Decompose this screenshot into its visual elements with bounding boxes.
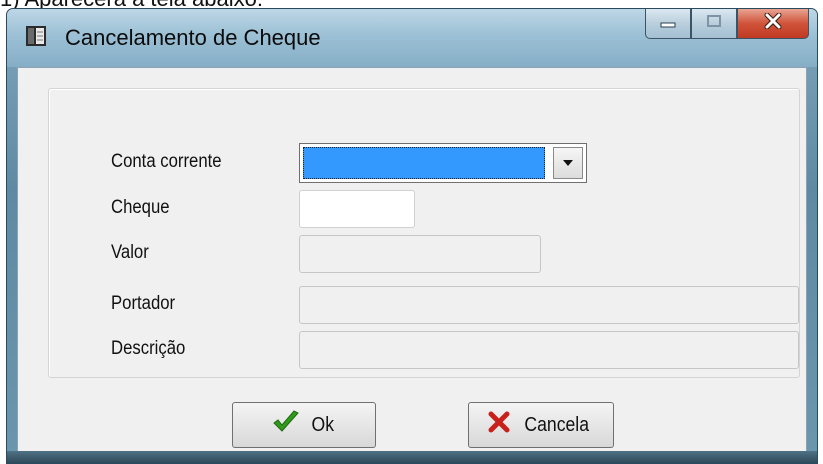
dialog-window: Cancelamento de Cheque Conta corrente Ch… bbox=[6, 8, 818, 464]
window-title: Cancelamento de Cheque bbox=[65, 25, 321, 50]
window-bottom-edge bbox=[7, 451, 817, 463]
cancel-label: Cancela bbox=[524, 413, 590, 436]
form-group: Conta corrente Cheque Valor Portador Des… bbox=[48, 88, 800, 378]
cheque-label: Cheque bbox=[111, 197, 170, 218]
dropdown-button[interactable] bbox=[553, 147, 583, 179]
cross-icon bbox=[488, 411, 510, 439]
cheque-input[interactable] bbox=[299, 190, 415, 228]
portador-label: Portador bbox=[111, 293, 176, 314]
valor-field bbox=[299, 235, 541, 273]
valor-label: Valor bbox=[111, 242, 149, 263]
descricao-label: Descrição bbox=[111, 338, 186, 359]
cancel-button[interactable]: Cancela bbox=[468, 402, 614, 448]
maximize-button[interactable] bbox=[691, 9, 737, 39]
close-icon bbox=[763, 12, 783, 34]
minimize-button[interactable] bbox=[645, 9, 691, 39]
ok-label: Ok bbox=[311, 413, 335, 436]
caption-buttons bbox=[645, 9, 809, 43]
conta-corrente-selection bbox=[303, 147, 545, 179]
close-button[interactable] bbox=[737, 9, 809, 39]
ok-button[interactable]: Ok bbox=[232, 402, 376, 448]
conta-corrente-combobox[interactable] bbox=[299, 143, 587, 183]
conta-corrente-label: Conta corrente bbox=[111, 151, 222, 172]
chevron-down-icon bbox=[562, 154, 574, 172]
book-icon bbox=[25, 25, 47, 47]
checkmark-icon bbox=[272, 410, 300, 440]
descricao-field bbox=[299, 331, 799, 369]
title-bar[interactable]: Cancelamento de Cheque bbox=[7, 9, 817, 67]
maximize-icon bbox=[706, 14, 722, 33]
minimize-icon bbox=[659, 15, 677, 33]
dialog-client-area: Conta corrente Cheque Valor Portador Des… bbox=[17, 67, 807, 463]
portador-field bbox=[299, 286, 799, 324]
